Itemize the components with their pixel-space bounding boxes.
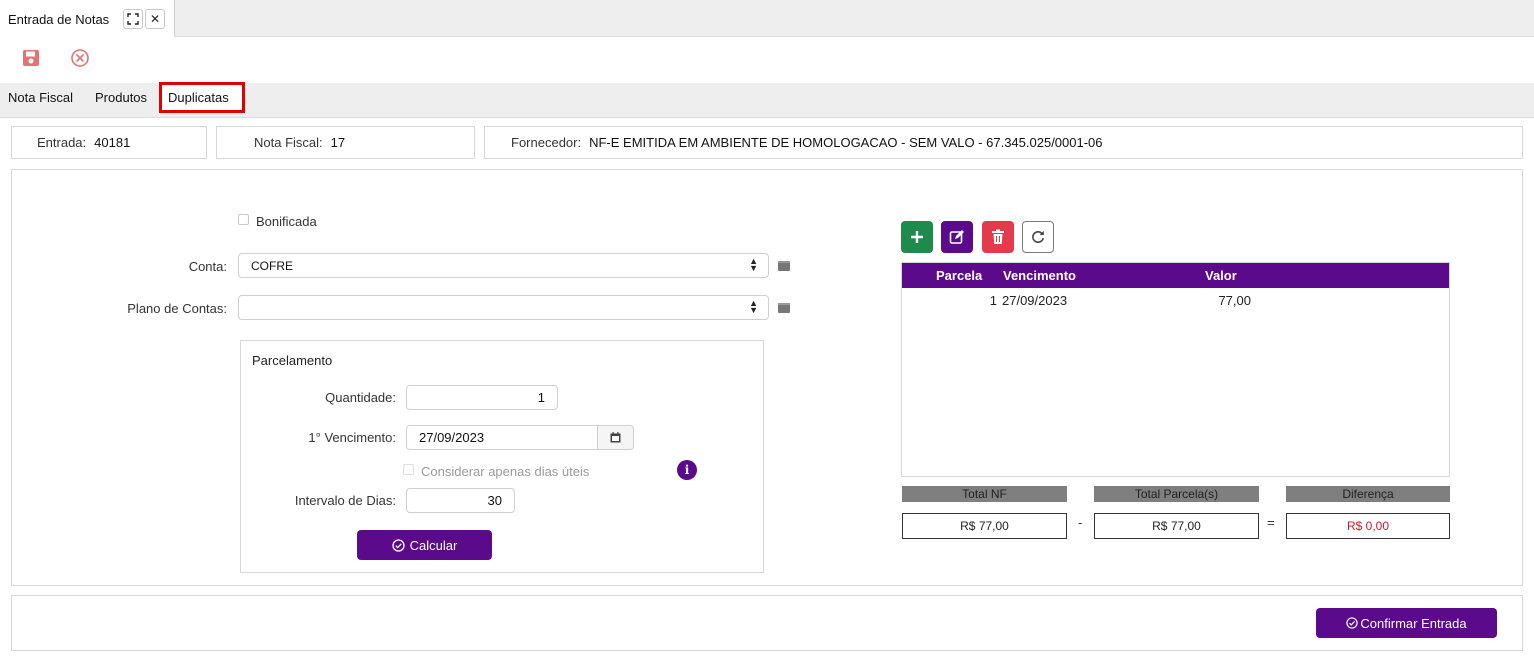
footer-panel (11, 595, 1523, 651)
tab-nota-fiscal[interactable]: Nota Fiscal (8, 89, 73, 111)
confirmar-entrada-label: Confirmar Entrada (1360, 615, 1467, 631)
quantidade-value: 1 (537, 390, 545, 405)
quantidade-label: Quantidade: (325, 390, 396, 405)
column-header-vencimento: Vencimento (1003, 268, 1076, 283)
cell-vencimento: 27/09/2023 (1002, 293, 1068, 308)
plano-de-contas-select[interactable]: ▲ ▼ (238, 295, 769, 320)
confirmar-entrada-button[interactable]: Confirmar Entrada (1316, 608, 1497, 638)
calendar-button[interactable] (597, 425, 634, 450)
close-icon: ✕ (149, 12, 161, 26)
entrada-value: 40181 (94, 135, 131, 150)
delete-button[interactable] (982, 221, 1014, 253)
cancel-button[interactable] (69, 47, 91, 69)
fornecedor-label: Fornecedor: (511, 135, 582, 150)
document-tab[interactable]: Entrada de Notas ✕ (0, 0, 175, 37)
calcular-label: Calcular (409, 537, 458, 553)
trash-icon (992, 229, 1004, 244)
nota-fiscal-value: 17 (330, 135, 346, 150)
vencimento-value: 27/09/2023 (419, 430, 485, 445)
info-icon[interactable]: i (677, 460, 697, 480)
bonificada-label: Bonificada (256, 214, 317, 229)
entrada-box: Entrada: 40181 (11, 126, 207, 159)
dias-uteis-checkbox[interactable] (403, 464, 414, 475)
plus-icon (911, 231, 923, 243)
edit-icon (949, 230, 964, 244)
nota-fiscal-label: Nota Fiscal: (254, 135, 323, 150)
diferenca-value: R$ 0,00 (1286, 513, 1450, 539)
expand-corners-icon (127, 13, 139, 25)
maximize-icon[interactable] (123, 9, 143, 29)
refresh-button[interactable] (1022, 221, 1054, 253)
close-tab-button[interactable]: ✕ (145, 9, 165, 29)
conta-value: COFRE (251, 258, 293, 273)
edit-button[interactable] (941, 221, 973, 253)
list-icon[interactable] (778, 303, 790, 313)
total-parcelas-label: Total Parcela(s) (1094, 486, 1259, 502)
calendar-icon (610, 432, 621, 443)
quantidade-input[interactable]: 1 (406, 385, 558, 410)
intervalo-value: 30 (487, 493, 502, 508)
grid-header: Parcela Vencimento Valor (902, 263, 1449, 288)
cell-valor: 77,00 (1218, 293, 1251, 308)
minus-sign: - (1078, 515, 1083, 530)
add-button[interactable] (901, 221, 933, 253)
select-arrows-icon: ▲ ▼ (749, 256, 758, 273)
calcular-button[interactable]: Calcular (357, 530, 492, 560)
duplicatas-grid: Parcela Vencimento Valor 1 27/09/2023 77… (901, 262, 1450, 477)
dias-uteis-label: Considerar apenas dias úteis (421, 464, 590, 479)
plano-de-contas-label: Plano de Contas: (127, 301, 227, 316)
conta-select[interactable]: COFRE ▲ ▼ (238, 253, 769, 278)
list-icon[interactable] (778, 261, 790, 271)
cell-parcela: 1 (989, 293, 997, 308)
total-parcelas-value: R$ 77,00 (1094, 513, 1259, 539)
conta-label: Conta: (188, 259, 227, 274)
equals-sign: = (1267, 515, 1275, 530)
intervalo-label: Intervalo de Dias: (294, 493, 396, 508)
parcelamento-fieldset (240, 340, 764, 573)
total-nf-label: Total NF (902, 486, 1067, 502)
fornecedor-box: Fornecedor: NF-E EMITIDA EM AMBIENTE DE … (484, 126, 1523, 159)
parcelamento-title: Parcelamento (252, 353, 333, 368)
refresh-icon (1032, 230, 1044, 243)
tab-strip (0, 0, 1534, 37)
vencimento-label: 1° Vencimento: (308, 430, 396, 445)
bonificada-checkbox[interactable] (238, 214, 249, 225)
check-circle-icon (392, 538, 405, 552)
column-header-valor: Valor (1205, 268, 1237, 283)
tab-produtos[interactable]: Produtos (95, 89, 147, 111)
select-arrows-icon: ▲ ▼ (749, 298, 758, 315)
fornecedor-value: NF-E EMITIDA EM AMBIENTE DE HOMOLOGACAO … (589, 135, 1103, 150)
document-tab-title: Entrada de Notas (8, 12, 110, 27)
vencimento-input[interactable]: 27/09/2023 (406, 425, 598, 450)
check-circle-icon (1346, 617, 1359, 629)
total-nf-value: R$ 77,00 (902, 513, 1067, 539)
diferenca-label: Diferença (1286, 486, 1450, 502)
entrada-label: Entrada: (37, 135, 87, 150)
cancel-icon (71, 49, 89, 67)
table-row[interactable]: 1 27/09/2023 77,00 (902, 288, 1449, 312)
column-header-parcela: Parcela (936, 268, 983, 283)
save-button[interactable] (20, 47, 42, 69)
nota-fiscal-box: Nota Fiscal: 17 (216, 126, 475, 159)
tab-duplicatas[interactable]: Duplicatas (159, 82, 245, 113)
save-icon (23, 50, 39, 66)
intervalo-input[interactable]: 30 (406, 488, 515, 513)
